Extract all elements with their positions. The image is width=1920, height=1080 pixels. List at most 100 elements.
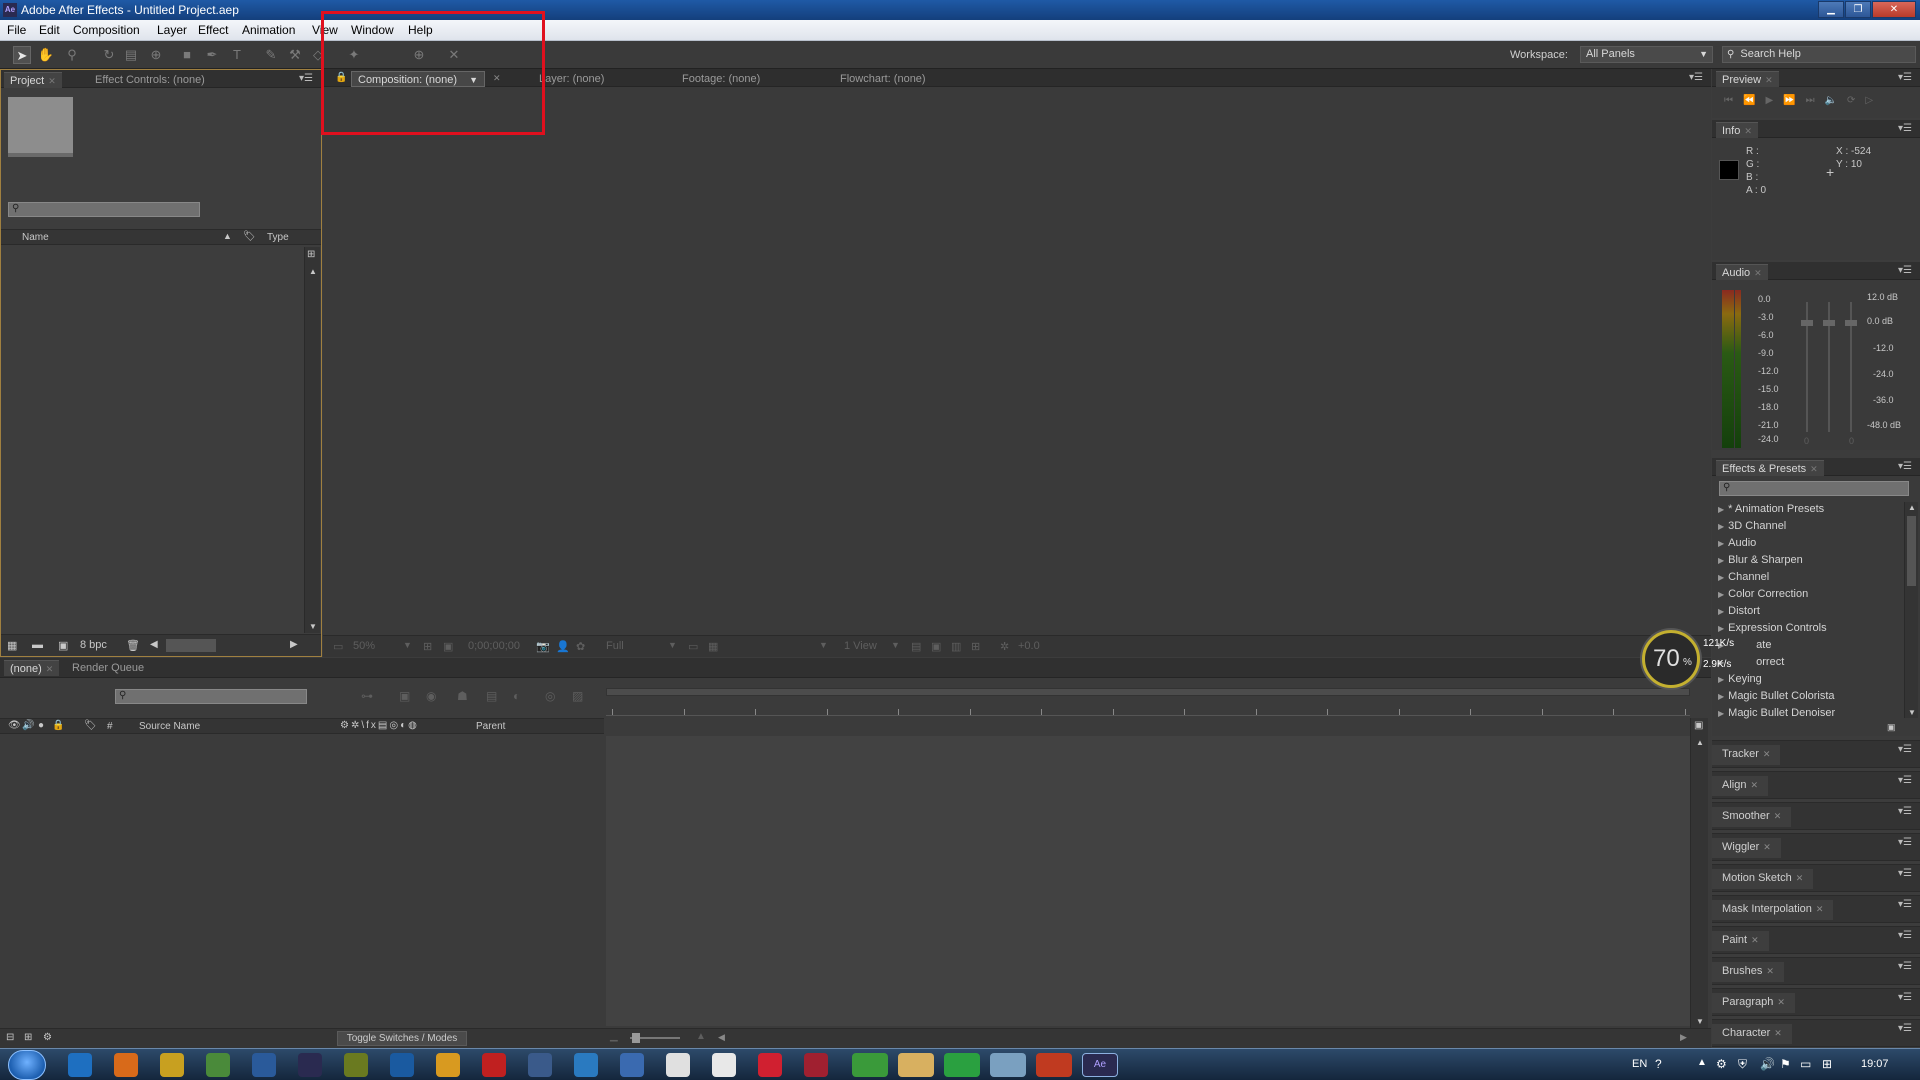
pen-tool-icon[interactable]: ✒ xyxy=(203,46,221,64)
color-channel-icon[interactable]: ✿ xyxy=(576,640,585,653)
timecode-display[interactable]: 0;00;00;00 xyxy=(468,640,520,652)
antivirus-icon[interactable] xyxy=(482,1053,506,1077)
close-button[interactable]: ✕ xyxy=(1872,1,1916,18)
effects-item[interactable]: ▶ Keying xyxy=(1718,673,1762,685)
work-area-bar[interactable] xyxy=(606,688,1690,696)
app-icon[interactable] xyxy=(990,1053,1026,1077)
start-button[interactable] xyxy=(8,1050,46,1080)
panel-menu-icon[interactable]: ▾☰ xyxy=(1898,72,1912,83)
scroll-down-icon[interactable]: ▼ xyxy=(1908,708,1916,717)
effects-item[interactable]: ▶ Distort xyxy=(1718,605,1760,617)
panel-menu-icon[interactable]: ▾☰ xyxy=(299,73,313,84)
hand-tool-icon[interactable]: ✋ xyxy=(37,46,55,64)
document-icon[interactable] xyxy=(712,1053,736,1077)
flowchart-icon[interactable]: ⊞ xyxy=(307,249,315,260)
frame-blending-icon[interactable]: ▤ xyxy=(486,689,497,703)
vlc-icon[interactable] xyxy=(436,1053,460,1077)
menu-file[interactable]: File xyxy=(7,23,26,37)
trash-icon[interactable]: 🗑 xyxy=(126,639,140,652)
menu-animation[interactable]: Animation xyxy=(242,23,295,37)
maximize-button[interactable]: ❐ xyxy=(1845,1,1871,18)
effects-item[interactable]: ▶ * Animation Presets xyxy=(1718,503,1824,515)
brainstorm-icon[interactable]: ◎ xyxy=(545,689,555,703)
audio-slider-thumb-3[interactable] xyxy=(1845,320,1857,326)
language-indicator[interactable]: EN xyxy=(1632,1058,1647,1070)
magnification-select[interactable]: 50% xyxy=(353,640,375,652)
layer-switches-icon[interactable]: ⚙✲\fx▤◎◐◍ xyxy=(340,720,419,731)
exposure-value[interactable]: +0.0 xyxy=(1018,640,1040,652)
effects-item[interactable]: ▶ Expression Controls xyxy=(1718,622,1827,634)
scroll-right-icon[interactable]: ▶ xyxy=(290,639,298,650)
panel-menu-icon[interactable]: ▾☰ xyxy=(1898,1023,1912,1034)
timeline-search-input[interactable]: ⚲ xyxy=(115,689,307,704)
panel-menu-icon[interactable]: ▾☰ xyxy=(1898,837,1912,848)
winamp-icon[interactable] xyxy=(160,1053,184,1077)
timeline-graph-area[interactable] xyxy=(606,736,1690,1026)
audio-slider-thumb-1[interactable] xyxy=(1801,320,1813,326)
smoother-panel[interactable]: Smoother ✕ ▾☰ xyxy=(1712,802,1920,830)
tab-render-queue[interactable]: Render Queue xyxy=(66,660,150,676)
brushes-panel[interactable]: Brushes ✕ ▾☰ xyxy=(1712,957,1920,985)
rotate-tool-icon[interactable]: ↻ xyxy=(100,46,118,64)
expand-switches-icon[interactable]: ⊟ xyxy=(6,1032,14,1043)
help-icon[interactable]: ? xyxy=(1655,1057,1662,1071)
shield-icon[interactable]: ⛨ xyxy=(1738,1057,1747,1072)
graph-editor-icon[interactable]: ▨ xyxy=(572,689,583,703)
tab-footage[interactable]: Footage: (none) xyxy=(676,71,766,87)
after-effects-running-icon[interactable]: Ae xyxy=(1082,1053,1118,1077)
zoom-tool-icon[interactable]: ⚲ xyxy=(63,46,81,64)
scroll-right-icon[interactable]: ▶ xyxy=(1680,1032,1687,1043)
align-panel[interactable]: Align ✕ ▾☰ xyxy=(1712,771,1920,799)
panel-menu-icon[interactable]: ▾☰ xyxy=(1898,992,1912,1003)
menu-composition[interactable]: Composition xyxy=(73,23,140,37)
menu-layer[interactable]: Layer xyxy=(157,23,187,37)
panel-menu-icon[interactable]: ▾☰ xyxy=(1898,868,1912,879)
utorrent-icon[interactable] xyxy=(852,1053,888,1077)
audio-icon[interactable]: 🔊 xyxy=(22,720,34,731)
rectangle-tool-icon[interactable]: ■ xyxy=(178,46,196,64)
label-tag-icon[interactable]: 🏷 xyxy=(84,720,97,731)
panel-menu-icon[interactable]: ▾☰ xyxy=(1898,961,1912,972)
new-folder-icon[interactable]: ▬ xyxy=(32,639,43,651)
panel-menu-icon[interactable]: ▾☰ xyxy=(1689,72,1703,83)
camera-snapshot-icon[interactable]: 📷 xyxy=(536,640,550,653)
effects-item[interactable]: ▶ Magic Bullet Colorista xyxy=(1718,690,1835,702)
chrome-icon[interactable] xyxy=(1036,1053,1072,1077)
fast-previews-icon[interactable]: ▣ xyxy=(931,640,941,653)
sort-ascending-icon[interactable]: ▲ xyxy=(223,231,232,241)
column-name[interactable]: Name xyxy=(22,232,49,243)
show-snapshot-icon[interactable]: 👤 xyxy=(556,640,570,653)
after-effects-icon[interactable] xyxy=(298,1053,322,1077)
zoom-in-icon[interactable]: ▲ xyxy=(696,1031,706,1042)
tab-timeline-none[interactable]: (none) ✕ xyxy=(4,660,60,676)
tab-audio[interactable]: Audio ✕ xyxy=(1716,264,1768,280)
panel-menu-icon[interactable]: ▾☰ xyxy=(1898,123,1912,134)
new-folder-icon[interactable]: ▣ xyxy=(1887,722,1896,733)
scroll-up-icon[interactable]: ▲ xyxy=(1908,503,1916,512)
effects-search-input[interactable]: ⚲ xyxy=(1719,481,1909,496)
effects-scrollbar[interactable]: ▲ ▼ xyxy=(1904,502,1918,718)
show-hidden-icons-icon[interactable]: ▲ xyxy=(1697,1057,1707,1068)
volume-icon[interactable]: 🔊 xyxy=(1760,1057,1775,1071)
mask-interpolation-panel[interactable]: Mask Interpolation ✕ ▾☰ xyxy=(1712,895,1920,923)
app-icon[interactable] xyxy=(206,1053,230,1077)
flowchart-icon[interactable]: ⊞ xyxy=(971,640,980,653)
tab-flowchart[interactable]: Flowchart: (none) xyxy=(834,71,932,87)
scroll-down-icon[interactable]: ▼ xyxy=(1696,1017,1704,1026)
draft-3d-icon[interactable]: ◉ xyxy=(426,689,436,703)
zoom-out-icon[interactable]: ▁ xyxy=(610,1031,618,1042)
tab-preview[interactable]: Preview ✕ xyxy=(1716,71,1779,87)
display-icon[interactable]: ▭ xyxy=(1800,1057,1811,1071)
region-of-interest-icon[interactable]: ▭ xyxy=(688,640,698,653)
type-tool-icon[interactable]: T xyxy=(228,46,246,64)
mask-visibility-icon[interactable]: ▣ xyxy=(443,640,453,653)
lock-icon[interactable]: 🔒 xyxy=(52,720,64,731)
comp-button-icon[interactable]: ▣ xyxy=(1694,720,1703,731)
color-depth-label[interactable]: 8 bpc xyxy=(80,639,107,651)
transparency-grid-icon[interactable]: ▦ xyxy=(708,640,718,653)
live-update-icon[interactable]: ▣ xyxy=(399,689,410,703)
tab-effect-controls[interactable]: Effect Controls: (none) xyxy=(89,72,211,88)
scroll-up-icon[interactable]: ▲ xyxy=(309,267,317,276)
menu-effect[interactable]: Effect xyxy=(198,23,228,37)
paint-panel[interactable]: Paint ✕ ▾☰ xyxy=(1712,926,1920,954)
